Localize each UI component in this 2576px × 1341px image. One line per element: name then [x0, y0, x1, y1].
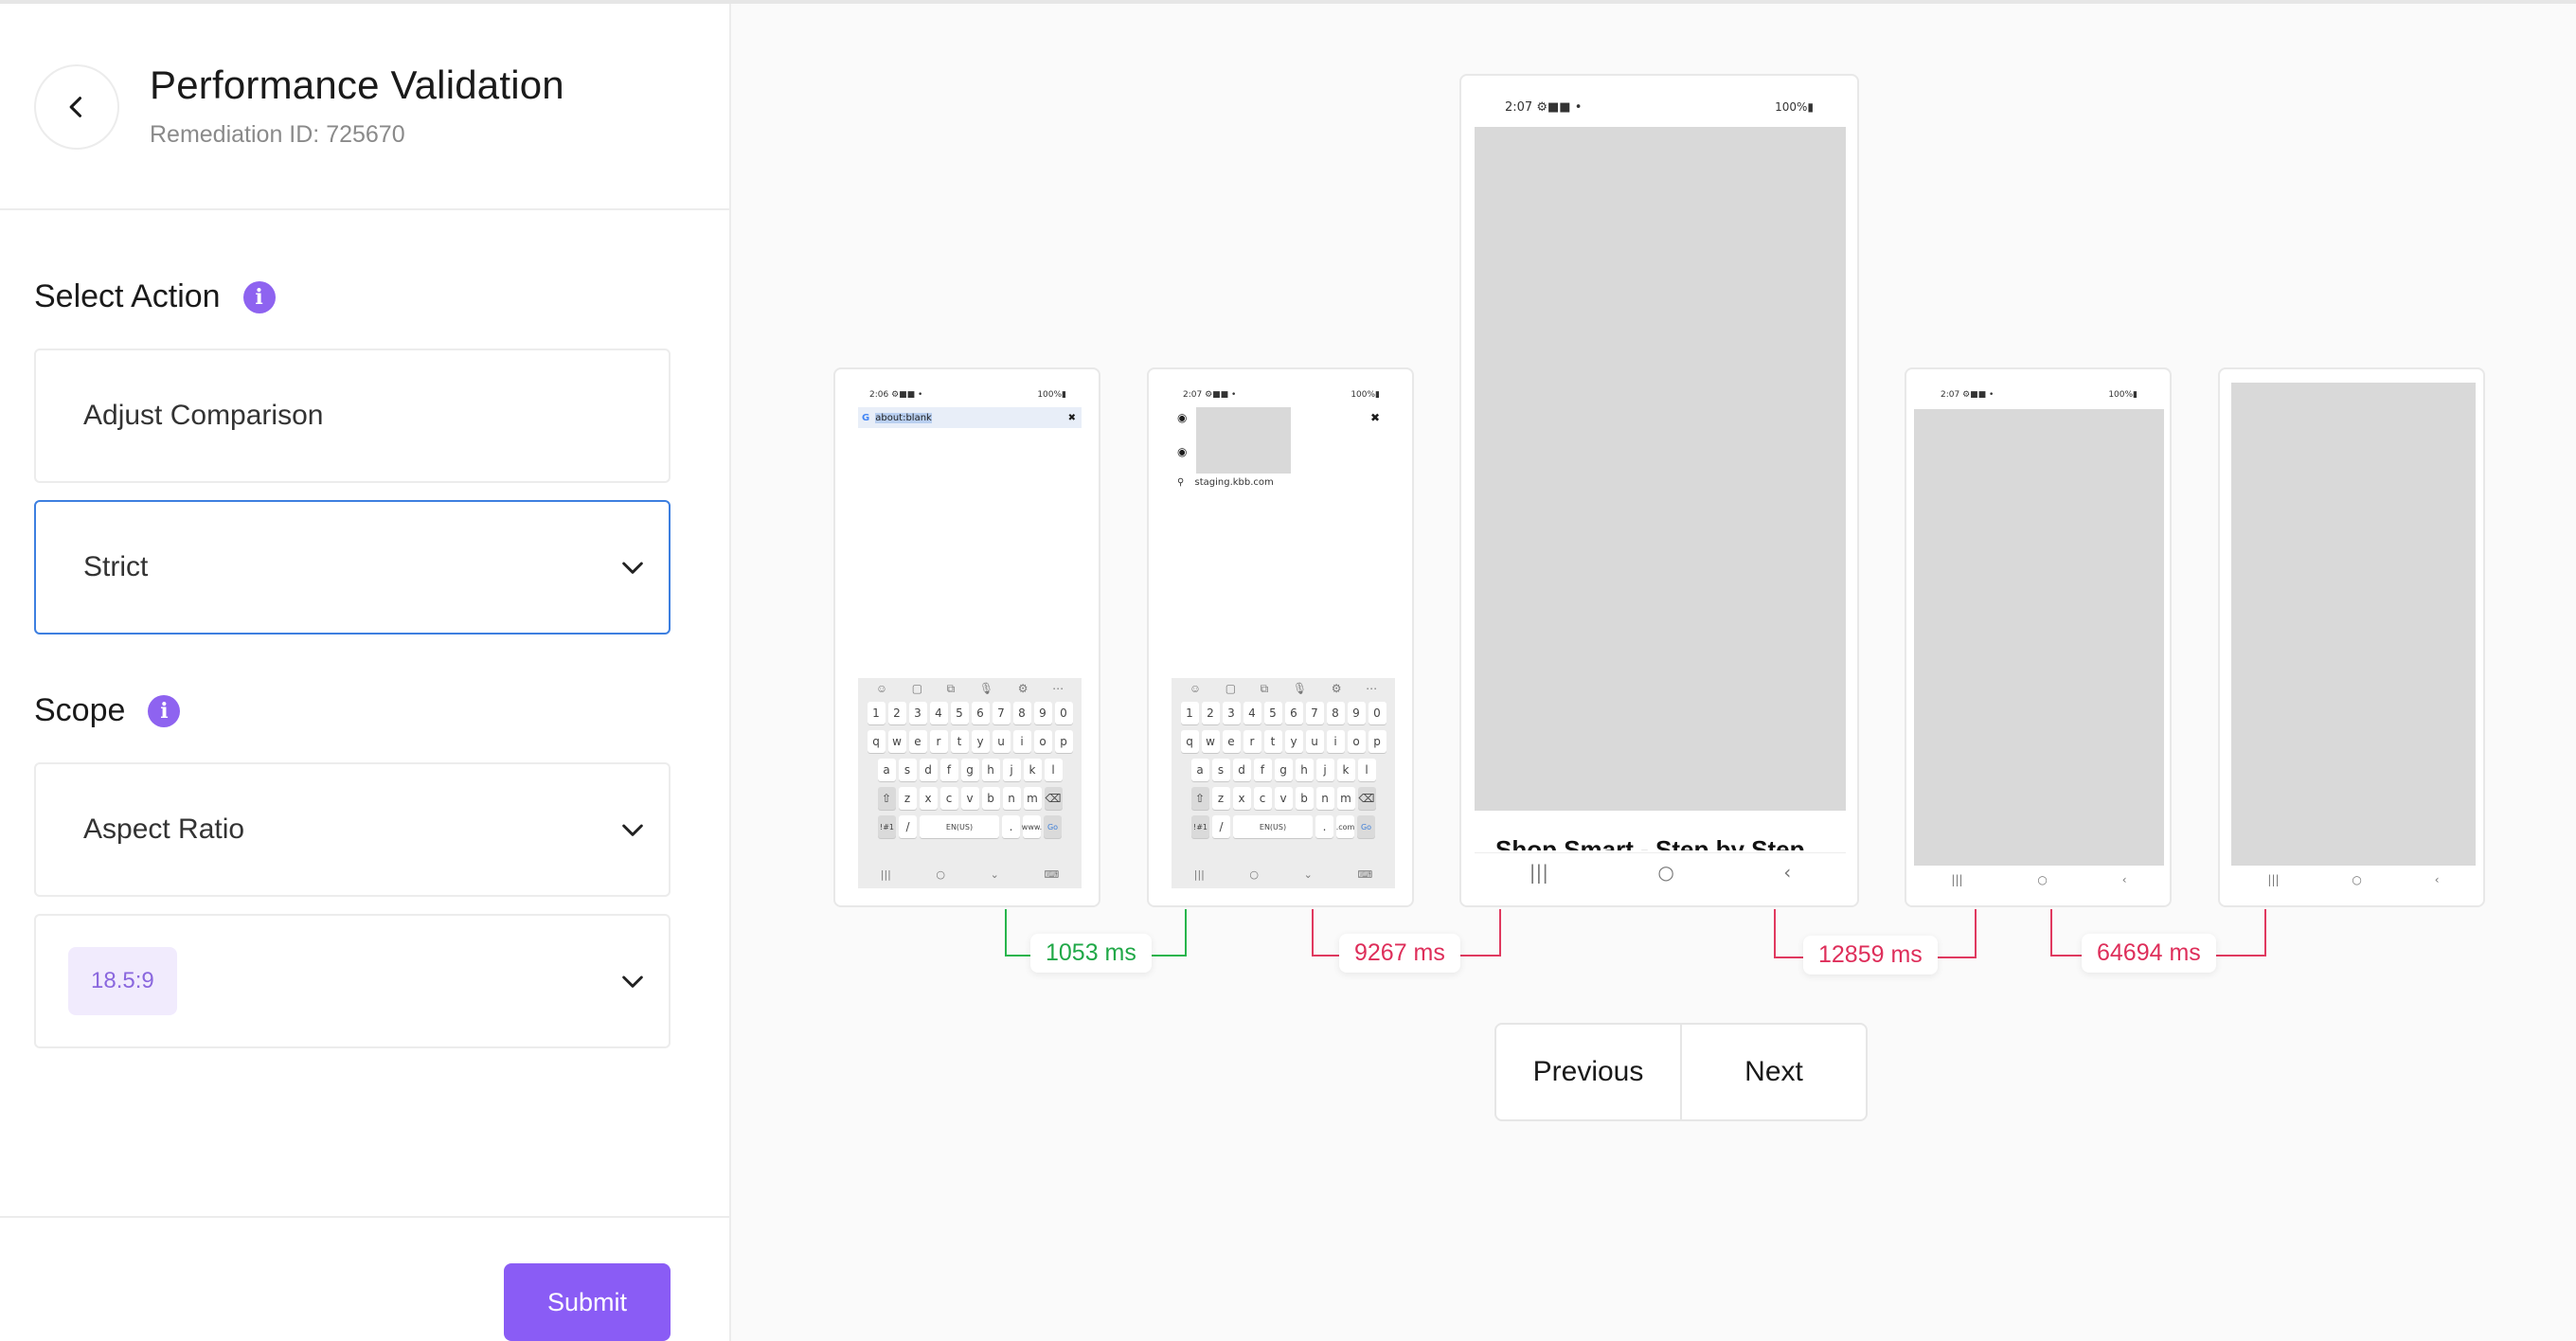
screenshot-frame-1[interactable]: 2:06 ⚙■■ • 100%▮ G about:blank ✖ ☺ ▢ ⧉ 🎙 ⚙ ⋯ …: [833, 367, 1100, 907]
battery-status: 100%▮: [1351, 390, 1380, 400]
status-icons: ⚙■■ •: [1962, 390, 1995, 400]
pagination: Previous Next: [1494, 1023, 1868, 1121]
status-time: 2:07: [1183, 390, 1203, 400]
remediation-id: Remediation ID: 725670: [150, 121, 405, 148]
timing-label-3: 12859 ms: [1803, 936, 1938, 974]
google-icon: G: [862, 412, 870, 423]
chevron-down-icon: [622, 975, 643, 988]
footer-divider: [0, 1216, 729, 1218]
backspace-icon: ⌫: [1357, 787, 1376, 810]
shift-icon: ⇧: [877, 787, 896, 810]
back-button[interactable]: [34, 64, 119, 150]
screenshot-frame-5[interactable]: ||| ○ ‹: [2218, 367, 2485, 907]
search-icon: ⚲: [1177, 477, 1185, 488]
chevron-down-icon: [622, 824, 643, 836]
validation-panel: Performance Validation Remediation ID: 7…: [0, 4, 731, 1341]
browser-url-bar[interactable]: G about:blank ✖: [858, 407, 1082, 428]
home-icon: ○: [1657, 860, 1674, 884]
backspace-icon: ⌫: [1044, 787, 1063, 810]
previous-button[interactable]: Previous: [1496, 1025, 1680, 1119]
status-icons: ⚙■■ •: [1536, 100, 1583, 115]
screenshot-frame-4[interactable]: 2:07 ⚙■■ • 100%▮ ||| ○ ‹: [1905, 367, 2172, 907]
battery-status: 100%▮: [2108, 390, 2138, 400]
action-value: Adjust Comparison: [83, 400, 324, 431]
status-time: 2:07: [1941, 390, 1960, 400]
globe-icon: ◉: [1177, 445, 1188, 458]
recents-icon: |||: [1529, 860, 1548, 884]
suggestion-text: staging.kbb.com: [1194, 477, 1274, 488]
keyboard-row-z[interactable]: ⇧ z x c v b n m ⌫: [858, 787, 1082, 810]
redacted-page-content: [2231, 383, 2476, 866]
redacted-page-content: [1914, 409, 2164, 866]
panel-header: Performance Validation Remediation ID: 7…: [0, 4, 729, 210]
select-action-label-row: Select Action i: [34, 278, 276, 315]
chevron-down-icon: [622, 562, 643, 574]
keyboard-toolbar: ☺ ▢ ⧉ 🎙 ⚙ ⋯: [875, 682, 1064, 695]
keyboard-row-q[interactable]: qwertyuiop: [1172, 730, 1395, 753]
keyboard-row-bottom[interactable]: !#1/EN(US). .com Go: [1172, 815, 1395, 838]
url-text: about:blank: [875, 412, 932, 423]
submit-button[interactable]: Submit: [504, 1263, 671, 1341]
battery-status: 100%▮: [1037, 390, 1066, 400]
keyboard-row-bottom[interactable]: !#1/EN(US). www. Go: [858, 815, 1082, 838]
info-icon[interactable]: i: [148, 694, 181, 727]
suggestion-row[interactable]: ⚲ staging.kbb.com: [1177, 477, 1274, 488]
onscreen-keyboard[interactable]: ☺ ▢ ⧉ 🎙 ⚙ ⋯ 1234567890 qwertyuiop asdfghjkl ⇧…: [858, 678, 1082, 888]
scope-label-row: Scope i: [34, 692, 181, 729]
redacted-page-content: [1475, 127, 1846, 811]
back-icon: ‹: [1783, 860, 1792, 884]
status-time: 2:07: [1505, 100, 1533, 115]
keyboard-row-z[interactable]: ⇧ z x c v b n m ⌫: [1172, 787, 1395, 810]
status-icons: ⚙■■ •: [891, 390, 923, 400]
chevron-left-icon: [69, 97, 82, 117]
timing-label-1: 1053 ms: [1030, 934, 1152, 973]
scope-value: Aspect Ratio: [83, 814, 245, 845]
keyboard-toolbar: ☺ ▢ ⧉ 🎙 ⚙ ⋯: [1189, 682, 1378, 695]
keyboard-row-a[interactable]: asdfghjkl: [1172, 759, 1395, 781]
comparison-mode-dropdown[interactable]: Strict: [34, 500, 671, 635]
keyboard-row-numbers[interactable]: 1234567890: [858, 702, 1082, 724]
page-heading-partial: Shop Smart - Step by Step: [1495, 835, 1805, 850]
screenshot-frame-2[interactable]: 2:07 ⚙■■ • 100%▮ ✖ ◉ ◉ ⚲ staging.kbb.com…: [1147, 367, 1414, 907]
page-title: Performance Validation: [150, 63, 564, 107]
keyboard-row-a[interactable]: asdfghjkl: [858, 759, 1082, 781]
android-nav-bar[interactable]: ||| ○ ‹: [2231, 869, 2476, 890]
android-nav-bar[interactable]: ||| ○ ⌄ ⌨: [858, 864, 1082, 885]
android-nav-bar[interactable]: ||| ○ ‹: [1914, 869, 2164, 890]
aspect-ratio-dropdown[interactable]: 18.5:9: [34, 914, 671, 1048]
select-action-label: Select Action: [34, 278, 221, 314]
aspect-ratio-chip[interactable]: 18.5:9: [68, 947, 177, 1015]
action-field[interactable]: Adjust Comparison: [34, 349, 671, 483]
scope-label: Scope: [34, 692, 126, 728]
screenshot-frame-3[interactable]: 2:07 ⚙■■ • 100%▮ Shop Smart - Step by St…: [1459, 74, 1859, 907]
onscreen-keyboard[interactable]: ☺ ▢ ⧉ 🎙 ⚙ ⋯ 1234567890 qwertyuiop asdfghjkl ⇧…: [1172, 678, 1395, 888]
close-icon[interactable]: ✖: [1068, 413, 1076, 423]
status-icons: ⚙■■ •: [1205, 390, 1237, 400]
battery-status: 100%▮: [1775, 100, 1814, 114]
comparison-mode-value: Strict: [83, 551, 149, 582]
timing-label-2: 9267 ms: [1339, 934, 1460, 973]
android-nav-bar[interactable]: ||| ○ ⌄ ⌨: [1172, 864, 1395, 885]
android-nav-bar[interactable]: ||| ○ ‹: [1475, 852, 1846, 890]
timing-label-4: 64694 ms: [2082, 934, 2216, 973]
keyboard-row-numbers[interactable]: 1234567890: [1172, 702, 1395, 724]
redacted-region: [1196, 407, 1291, 474]
shift-icon: ⇧: [1190, 787, 1209, 810]
close-icon[interactable]: ✖: [1370, 411, 1380, 424]
scope-dropdown[interactable]: Aspect Ratio: [34, 762, 671, 897]
globe-icon: ◉: [1177, 411, 1188, 424]
info-icon[interactable]: i: [242, 280, 276, 313]
status-time: 2:06: [869, 390, 889, 400]
next-button[interactable]: Next: [1680, 1025, 1866, 1119]
keyboard-row-q[interactable]: qwertyuiop: [858, 730, 1082, 753]
